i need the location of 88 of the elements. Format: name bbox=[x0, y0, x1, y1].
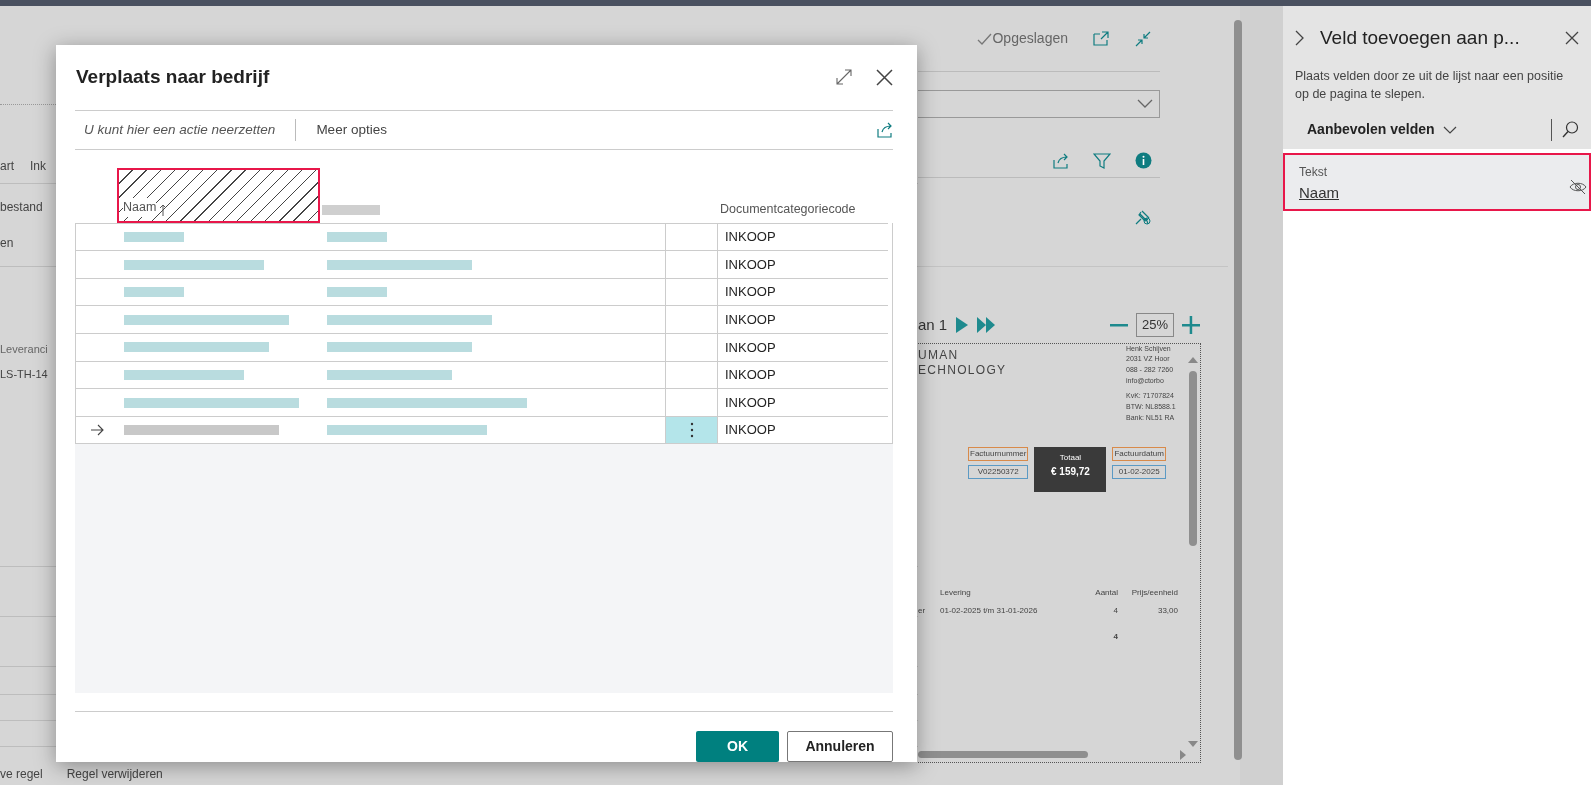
close-icon[interactable] bbox=[876, 68, 893, 86]
redacted-text bbox=[124, 287, 184, 298]
scrollbar-thumb[interactable] bbox=[1189, 370, 1197, 546]
table-cell-text: INKOOP bbox=[725, 366, 776, 385]
line-cell: 33,00 bbox=[1157, 606, 1178, 616]
cancel-button[interactable]: Annuleren bbox=[787, 731, 893, 762]
last-page-icon[interactable] bbox=[976, 315, 997, 334]
scrollbar-thumb[interactable] bbox=[1234, 20, 1242, 760]
table-cell-text: INKOOP bbox=[725, 283, 776, 302]
dialog-title: Verplaats naar bedrijf bbox=[76, 65, 270, 90]
table-cell-text: INKOOP bbox=[725, 228, 776, 247]
company-name-line: ECHNOLOGY bbox=[918, 363, 1007, 379]
page-indicator: an 1 bbox=[918, 314, 948, 335]
chevron-right-icon[interactable] bbox=[1295, 30, 1304, 47]
dropdown-field[interactable] bbox=[918, 90, 1160, 118]
next-page-icon[interactable] bbox=[955, 315, 969, 334]
chevron-down-icon bbox=[1137, 99, 1153, 109]
line-cell: 01-02-2025 t/m 31-01-2026 bbox=[940, 606, 1038, 616]
close-icon[interactable] bbox=[1565, 31, 1579, 46]
search-icon[interactable] bbox=[1562, 121, 1579, 139]
redacted-text bbox=[327, 287, 387, 298]
field-tag: Factuurnummer bbox=[968, 447, 1029, 462]
row-menu-cell[interactable] bbox=[665, 222, 717, 251]
share-icon[interactable] bbox=[876, 121, 893, 139]
table-cell-text: INKOOP bbox=[725, 255, 776, 274]
scroll-up-icon[interactable] bbox=[1188, 355, 1198, 363]
scroll-down-icon[interactable] bbox=[1188, 740, 1198, 748]
popout-icon[interactable] bbox=[1092, 30, 1110, 47]
company-name-line: UMAN bbox=[918, 347, 960, 364]
table-cell-text: INKOOP bbox=[725, 393, 776, 412]
field-type: Tekst bbox=[1299, 163, 1328, 181]
line-cell: er bbox=[918, 606, 926, 616]
action-link[interactable]: Regel verwijderen bbox=[66, 765, 163, 783]
tab[interactable]: art bbox=[0, 157, 14, 175]
action-drop-hint: U kunt hier een actie neerzetten bbox=[84, 120, 276, 139]
table-cell-text: INKOOP bbox=[725, 338, 776, 357]
zoom-in-icon[interactable] bbox=[1182, 315, 1200, 334]
column-label: Prijs/eenheid bbox=[1130, 587, 1178, 600]
action-link[interactable]: ve regel bbox=[0, 765, 43, 783]
redacted-text bbox=[124, 231, 184, 242]
info-icon[interactable] bbox=[1135, 152, 1152, 169]
scroll-right-icon[interactable] bbox=[1180, 749, 1186, 760]
table-cell-text: INKOOP bbox=[725, 421, 776, 440]
collapse-icon[interactable] bbox=[1134, 29, 1152, 48]
total-amount: € 159,72 bbox=[1050, 465, 1091, 480]
zoom-level[interactable]: 25% bbox=[1135, 313, 1174, 337]
field-label: Leveranci bbox=[0, 343, 48, 355]
tab[interactable]: Ink bbox=[30, 157, 47, 175]
chevron-down-icon bbox=[1442, 125, 1457, 134]
column-header[interactable]: Documentcategoriecode bbox=[716, 167, 887, 223]
column-label: Aantal bbox=[1094, 587, 1118, 600]
line-cell: 4 bbox=[1113, 606, 1118, 616]
field-value: LS-TH-14 bbox=[0, 367, 48, 380]
ok-button[interactable]: OK bbox=[696, 731, 779, 762]
kebab-icon bbox=[689, 422, 694, 439]
eye-slash-icon[interactable] bbox=[1569, 178, 1587, 195]
row-menu-cell[interactable] bbox=[665, 250, 717, 278]
row-menu-cell[interactable] bbox=[665, 333, 717, 361]
menu-item[interactable]: en bbox=[0, 236, 14, 250]
column-label: Levering bbox=[940, 587, 972, 600]
field-name-link[interactable]: Naam bbox=[1299, 183, 1339, 201]
more-options-link[interactable]: Meer opties bbox=[316, 119, 387, 140]
share-icon[interactable] bbox=[1052, 152, 1069, 169]
field-tag: Factuurdatum bbox=[1112, 447, 1166, 462]
redacted-text bbox=[327, 231, 387, 242]
check-icon bbox=[977, 31, 993, 46]
row-menu-cell[interactable] bbox=[665, 360, 717, 389]
filter-dropdown[interactable]: Aanbevolen velden bbox=[1307, 119, 1457, 141]
total-label: Totaal bbox=[1058, 452, 1083, 465]
column-header[interactable]: Naam bbox=[117, 167, 320, 223]
row-menu-button[interactable] bbox=[665, 415, 717, 444]
redacted-text bbox=[322, 204, 380, 215]
saved-status: Opgeslagen bbox=[992, 29, 1068, 48]
pane-title: Veld toevoegen aan p... bbox=[1320, 26, 1520, 50]
row-menu-cell[interactable] bbox=[665, 305, 717, 334]
menu-item[interactable]: bestand bbox=[0, 200, 43, 214]
field-item[interactable]: Tekst Naam bbox=[1283, 152, 1591, 211]
expand-icon[interactable] bbox=[836, 69, 852, 86]
quantity-total: 4 bbox=[1113, 631, 1118, 644]
filter-icon[interactable] bbox=[1093, 152, 1111, 169]
row-menu-cell[interactable] bbox=[665, 277, 717, 306]
field-value-tag: V02250372 bbox=[968, 465, 1029, 480]
row-menu-cell[interactable] bbox=[665, 388, 717, 416]
field-value-tag: 01-02-2025 bbox=[1112, 465, 1166, 480]
table-cell-text: INKOOP bbox=[725, 311, 776, 329]
pane-description: Plaats velden door ze uit de lijst naar een positie op de pagina te slepen. bbox=[1295, 67, 1565, 103]
pin-icon[interactable] bbox=[1134, 208, 1152, 226]
scrollbar-thumb[interactable] bbox=[918, 751, 1088, 758]
